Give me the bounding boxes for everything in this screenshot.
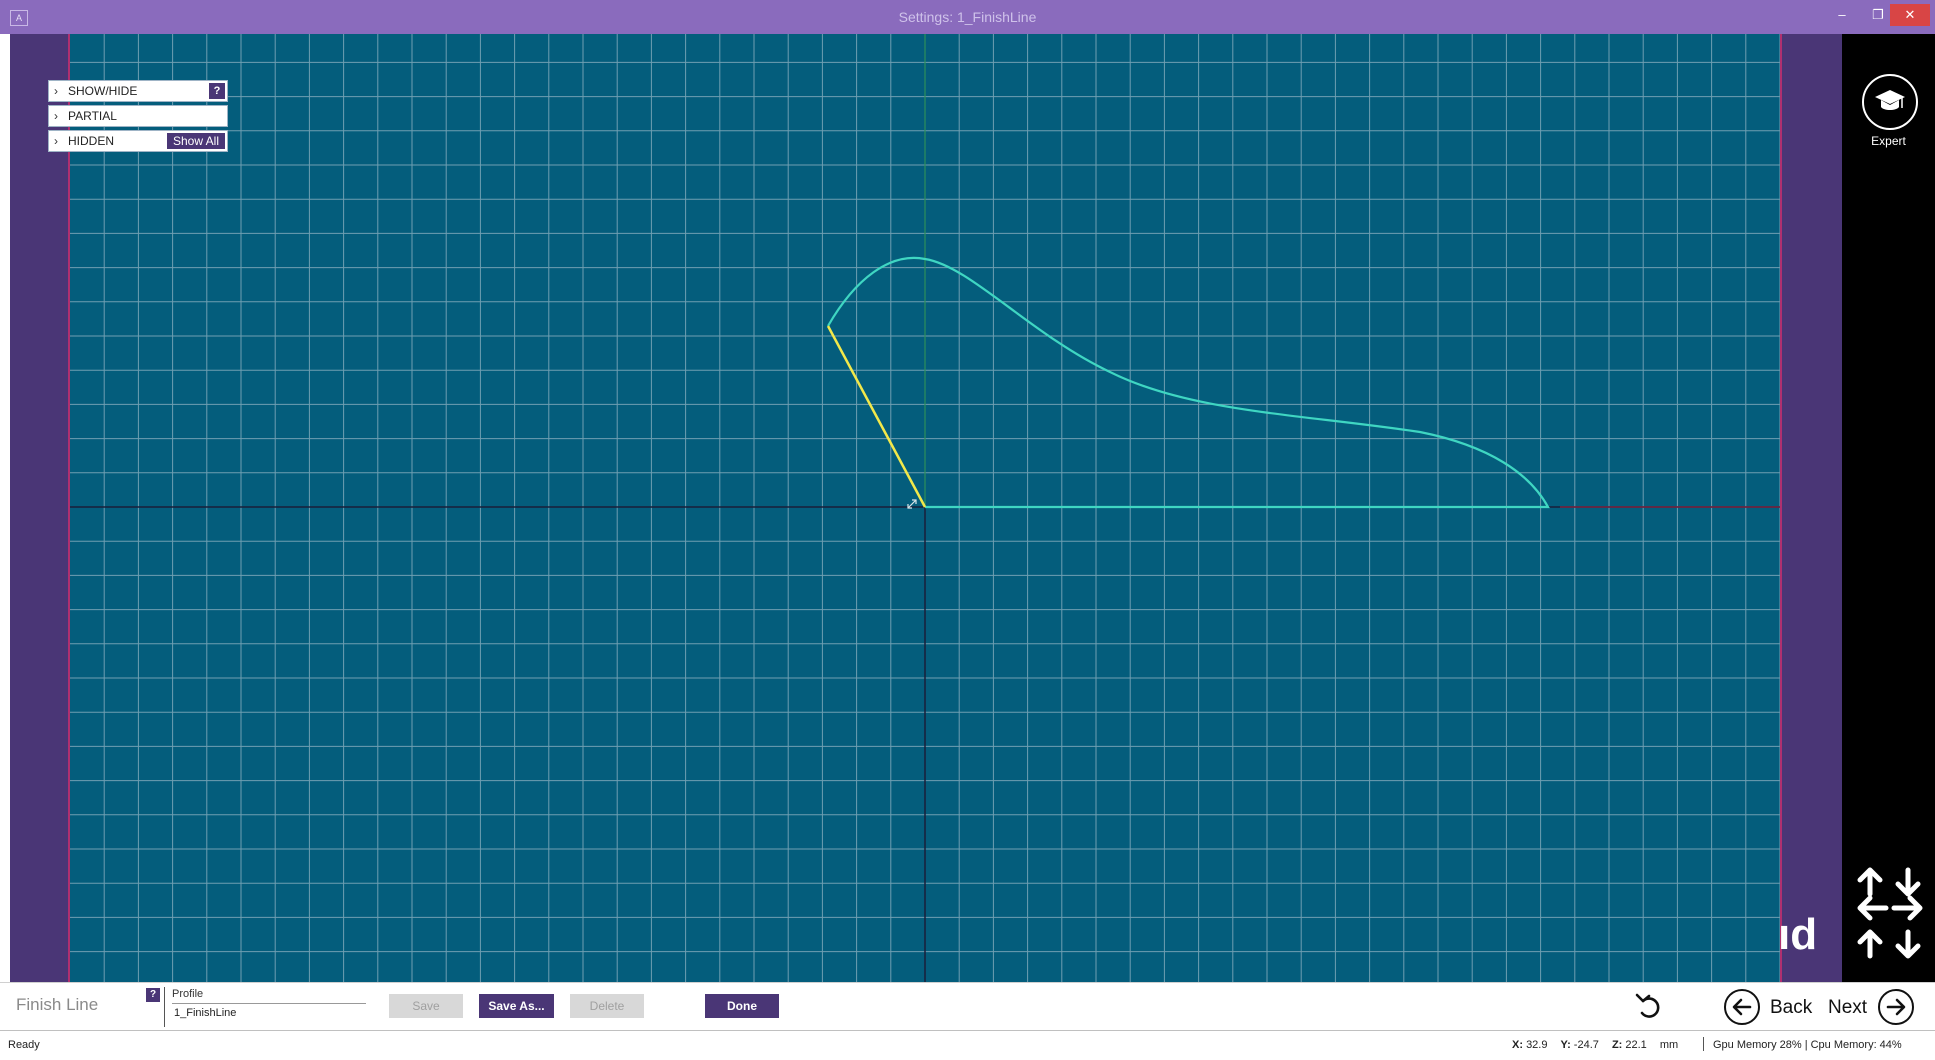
- status-bar: Ready X: 32.9 Y: -24.7 Z: 22.1 mm Gpu Me…: [0, 1030, 1935, 1060]
- panel-title: Finish Line: [16, 995, 99, 1014]
- help-button[interactable]: ?: [146, 988, 160, 1002]
- delete-button[interactable]: Delete: [570, 994, 644, 1018]
- divider: [164, 987, 165, 1027]
- pan-arrows-icon[interactable]: [1852, 864, 1928, 964]
- next-arrow-icon[interactable]: [1878, 989, 1914, 1025]
- finish-line-profile-curve[interactable]: [827, 256, 1550, 509]
- save-as-button[interactable]: Save As...: [479, 994, 554, 1018]
- right-sidebar: Expert: [1842, 34, 1935, 982]
- expert-button[interactable]: [1862, 74, 1918, 130]
- chevron-right-icon: ›: [54, 109, 58, 123]
- help-button[interactable]: ?: [209, 83, 225, 99]
- done-button[interactable]: Done: [705, 994, 779, 1018]
- show-hide-label: SHOW/HIDE: [68, 84, 138, 98]
- bottom-toolbar: Finish Line ? Profile Save Save As... De…: [0, 982, 1935, 1031]
- window-edge: [0, 34, 10, 982]
- z-value: 22.1: [1625, 1039, 1647, 1051]
- partial-label: PARTIAL: [68, 109, 117, 123]
- show-hide-row[interactable]: › SHOW/HIDE ?: [48, 80, 228, 102]
- visibility-panel: › SHOW/HIDE ? › PARTIAL › HIDDEN Show Al…: [48, 80, 228, 155]
- memory-usage: Gpu Memory 28% | Cpu Memory: 44%: [1713, 1039, 1902, 1051]
- left-margin: [10, 34, 68, 982]
- window-title: Settings: 1_FinishLine: [898, 9, 1037, 25]
- right-margin: [1782, 34, 1842, 982]
- back-arrow-icon[interactable]: [1724, 989, 1760, 1025]
- next-button[interactable]: Next: [1828, 997, 1867, 1019]
- divider: [1703, 1037, 1704, 1051]
- status-text: Ready: [8, 1039, 40, 1051]
- graduation-cap-icon: [1875, 90, 1905, 110]
- title-bar: A Settings: 1_FinishLine – ❐ ✕: [0, 0, 1935, 34]
- partial-row[interactable]: › PARTIAL: [48, 105, 228, 127]
- x-value: 32.9: [1526, 1039, 1548, 1051]
- show-all-button[interactable]: Show All: [166, 133, 225, 149]
- undo-icon[interactable]: [1634, 991, 1664, 1021]
- coordinate-readout: X: 32.9 Y: -24.7 Z: 22.1 mm: [1512, 1039, 1688, 1051]
- minimize-button[interactable]: –: [1822, 4, 1862, 26]
- close-button[interactable]: ✕: [1890, 4, 1930, 26]
- expert-label: Expert: [1871, 134, 1906, 148]
- chevron-right-icon: ›: [54, 134, 58, 148]
- profile-viewport[interactable]: [68, 34, 1782, 982]
- viewport-canvas[interactable]: [70, 34, 1782, 982]
- chevron-right-icon: ›: [54, 84, 58, 98]
- hidden-label: HIDDEN: [68, 134, 115, 148]
- y-label: Y:: [1560, 1039, 1571, 1051]
- profile-label: Profile: [172, 988, 204, 1000]
- z-label: Z:: [1611, 1039, 1623, 1051]
- hidden-row[interactable]: › HIDDEN Show All: [48, 130, 228, 152]
- save-button[interactable]: Save: [389, 994, 463, 1018]
- y-value: -24.7: [1573, 1039, 1599, 1051]
- selected-segment[interactable]: [826, 325, 927, 508]
- back-button[interactable]: Back: [1770, 997, 1812, 1019]
- profile-name-field[interactable]: [172, 1003, 366, 1021]
- unit-label: mm: [1659, 1039, 1679, 1051]
- watermark-text: ıd: [1778, 910, 1818, 959]
- x-label: X:: [1512, 1039, 1523, 1051]
